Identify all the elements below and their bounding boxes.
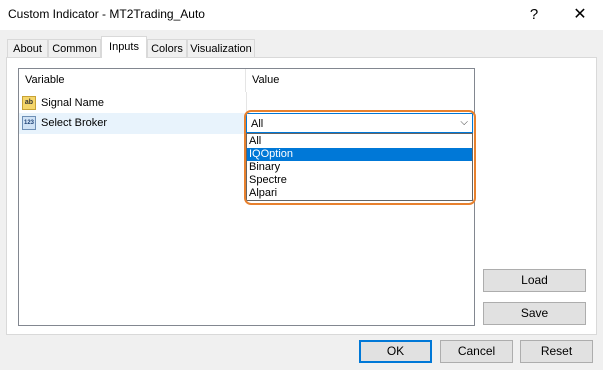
tab-visualization[interactable]: Visualization bbox=[187, 39, 255, 57]
tab-colors[interactable]: Colors bbox=[147, 39, 187, 57]
tab-common[interactable]: Common bbox=[48, 39, 101, 57]
input-name-label: Signal Name bbox=[41, 97, 104, 109]
ok-button[interactable]: OK bbox=[359, 340, 432, 363]
string-type-icon: ab bbox=[22, 96, 36, 110]
close-button[interactable]: ✕ bbox=[557, 0, 603, 30]
highlight-annotation bbox=[244, 110, 476, 205]
save-button[interactable]: Save bbox=[483, 302, 586, 325]
tab-inputs[interactable]: Inputs bbox=[101, 36, 147, 58]
title-bar: Custom Indicator - MT2Trading_Auto ? ✕ bbox=[0, 0, 603, 30]
cancel-button[interactable]: Cancel bbox=[440, 340, 513, 363]
column-header-value[interactable]: Value bbox=[246, 69, 474, 92]
tab-about[interactable]: About bbox=[7, 39, 48, 57]
reset-button[interactable]: Reset bbox=[520, 340, 593, 363]
enum-type-icon: 123 bbox=[22, 116, 36, 130]
help-button[interactable]: ? bbox=[511, 0, 557, 30]
column-header-variable[interactable]: Variable bbox=[19, 69, 246, 92]
load-button[interactable]: Load bbox=[483, 269, 586, 292]
window-title: Custom Indicator - MT2Trading_Auto bbox=[8, 7, 205, 21]
input-name-label: Select Broker bbox=[41, 117, 108, 129]
